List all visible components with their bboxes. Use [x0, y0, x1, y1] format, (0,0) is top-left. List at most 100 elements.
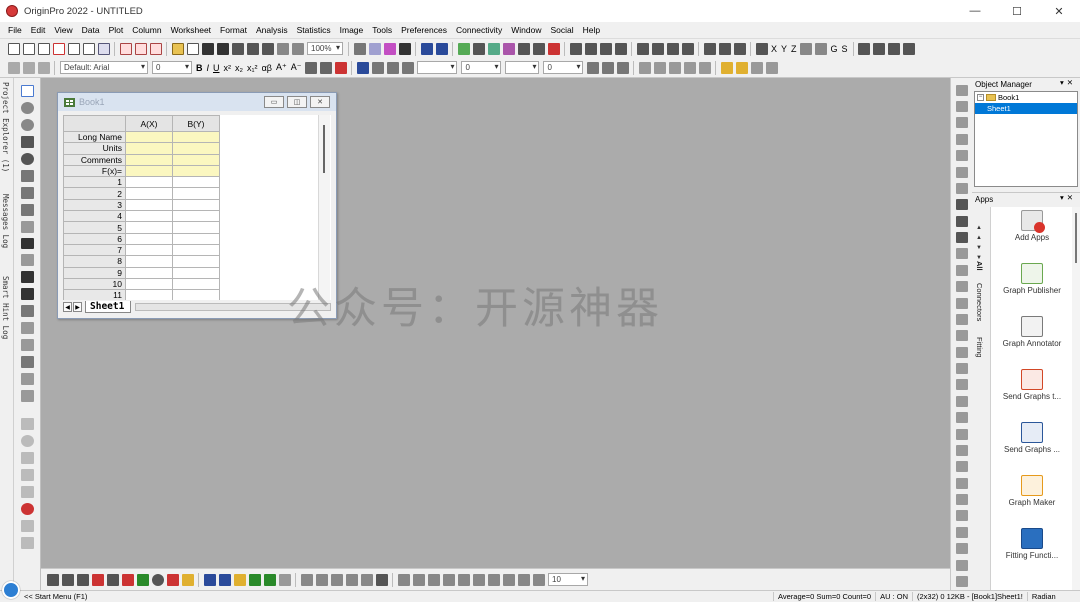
offset-icon[interactable] [955, 117, 968, 129]
add-inset-icon[interactable] [427, 573, 440, 586]
panel-2-icon[interactable] [955, 215, 968, 227]
open-icon[interactable] [171, 42, 184, 55]
distribute-h-icon[interactable] [955, 428, 968, 440]
row-header[interactable]: 9 [63, 266, 126, 279]
label-row-units[interactable]: Units [63, 142, 126, 155]
axis-bottom-icon[interactable] [955, 297, 968, 309]
scatter-plot-icon[interactable] [61, 573, 74, 586]
menu-help[interactable]: Help [583, 25, 600, 35]
paste-icon[interactable] [37, 61, 50, 74]
panel-icon[interactable] [955, 199, 968, 211]
align-top-icon[interactable] [955, 346, 968, 358]
panel-3-icon[interactable] [955, 232, 968, 244]
table-cell[interactable] [125, 289, 173, 300]
project-explorer-icon[interactable] [457, 42, 470, 55]
app-graph-maker[interactable]: Graph Maker [991, 472, 1072, 525]
text-tool-icon[interactable] [20, 237, 34, 249]
menu-connectivity[interactable]: Connectivity [456, 25, 502, 35]
disregard-icon[interactable] [755, 42, 768, 55]
axis-top-icon[interactable] [955, 281, 968, 293]
3d-bars-icon[interactable] [218, 573, 231, 586]
set-column-values-icon[interactable] [569, 42, 582, 55]
supersubscript-button[interactable]: x₁² [247, 63, 258, 73]
table-cell[interactable] [125, 142, 173, 155]
import-multiple-icon[interactable] [246, 42, 259, 55]
screen-reader-icon[interactable] [20, 135, 34, 148]
stack-icon[interactable] [955, 84, 968, 96]
move-last-icon[interactable] [903, 42, 916, 55]
graph-icon[interactable] [487, 42, 500, 55]
italic-button[interactable]: I [207, 63, 210, 73]
set-x-button[interactable]: X [771, 44, 777, 54]
zoom-in-icon[interactable] [20, 101, 34, 114]
worksheet-tool-icon[interactable] [20, 418, 34, 430]
heatmap-icon[interactable] [263, 573, 276, 586]
menu-image[interactable]: Image [340, 25, 364, 35]
workbook-title-bar[interactable]: Book1 ▭ ◫ ✕ [58, 93, 336, 111]
collapse-icon[interactable]: − [977, 94, 984, 101]
row-header[interactable]: 2 [63, 187, 126, 200]
table-cell[interactable] [172, 289, 220, 300]
fill-pattern-icon[interactable] [586, 61, 599, 74]
order-icon[interactable] [955, 510, 968, 522]
refresh-icon[interactable] [291, 42, 304, 55]
ramp-icon[interactable] [955, 150, 968, 162]
worksheet-grid[interactable]: A(X) B(Y) Long Name Units Comments F(x)=… [63, 115, 331, 300]
box-chart-icon[interactable] [166, 573, 179, 586]
arrow-tool-icon[interactable] [20, 253, 34, 266]
table-cell[interactable] [172, 277, 220, 291]
add-column-icon[interactable] [547, 42, 560, 55]
app-send-graphs-ppt[interactable]: Send Graphs t... [991, 366, 1072, 419]
swap-layers-icon[interactable] [487, 573, 500, 586]
label-row-fx[interactable]: F(x)= [63, 164, 126, 178]
menu-preferences[interactable]: Preferences [401, 25, 447, 35]
menu-format[interactable]: Format [220, 25, 247, 35]
open-excel-icon[interactable] [186, 42, 199, 55]
table-cell[interactable] [172, 232, 220, 245]
row-header[interactable]: 7 [63, 243, 126, 257]
stack-lines-icon[interactable] [955, 101, 968, 113]
table-cell[interactable] [125, 266, 173, 279]
rescale-icon[interactable] [300, 573, 313, 586]
add-top-x-icon[interactable] [397, 573, 410, 586]
table-cell[interactable] [125, 187, 173, 200]
row-header[interactable]: 10 [63, 277, 126, 291]
pattern-icon[interactable] [371, 61, 384, 74]
table-cell[interactable] [172, 210, 220, 223]
table-cell[interactable] [125, 164, 173, 178]
object-manager-panel-buttons[interactable]: ▾✕ [1060, 78, 1076, 87]
cut-icon[interactable] [7, 61, 20, 74]
workbook-close-button[interactable]: ✕ [310, 96, 330, 108]
contour-icon[interactable] [248, 573, 261, 586]
move-first-icon[interactable] [858, 42, 871, 55]
forward-icon[interactable] [750, 61, 763, 74]
same-size-icon[interactable] [955, 494, 968, 506]
app-add-apps[interactable]: Add Apps [991, 207, 1072, 260]
menu-view[interactable]: View [54, 25, 72, 35]
rescale-y-icon[interactable] [330, 573, 343, 586]
menu-window[interactable]: Window [511, 25, 541, 35]
apps-tab-fitting[interactable]: Fitting [975, 337, 984, 357]
layer-icon-2[interactable] [375, 573, 388, 586]
import-ascii-icon[interactable] [231, 42, 244, 55]
menu-statistics[interactable]: Statistics [297, 25, 331, 35]
open-template-icon[interactable] [119, 42, 132, 55]
same-width-icon[interactable] [955, 461, 968, 473]
workbook-minimize-button[interactable]: ▭ [264, 96, 284, 108]
results-log-icon[interactable] [435, 42, 448, 55]
column-stats-icon[interactable] [614, 42, 627, 55]
batch-plot-icon[interactable] [276, 42, 289, 55]
grid-tool-icon[interactable] [20, 537, 34, 549]
sheet-next-button[interactable]: ▶ [73, 302, 82, 312]
set-subject-button[interactable]: S [842, 44, 848, 54]
scrollbar-thumb[interactable] [323, 125, 325, 173]
fill-color-icon[interactable] [356, 61, 369, 74]
apps-scrollbar[interactable] [1072, 207, 1080, 591]
table-cell[interactable] [125, 232, 173, 245]
line-tool-icon[interactable] [20, 287, 34, 300]
table-cell[interactable] [125, 221, 173, 234]
error-bar-icon[interactable] [121, 573, 134, 586]
code-builder-icon[interactable] [420, 42, 433, 55]
table-icon[interactable] [616, 61, 629, 74]
sheet-tab-sheet1[interactable]: Sheet1 [85, 301, 132, 313]
